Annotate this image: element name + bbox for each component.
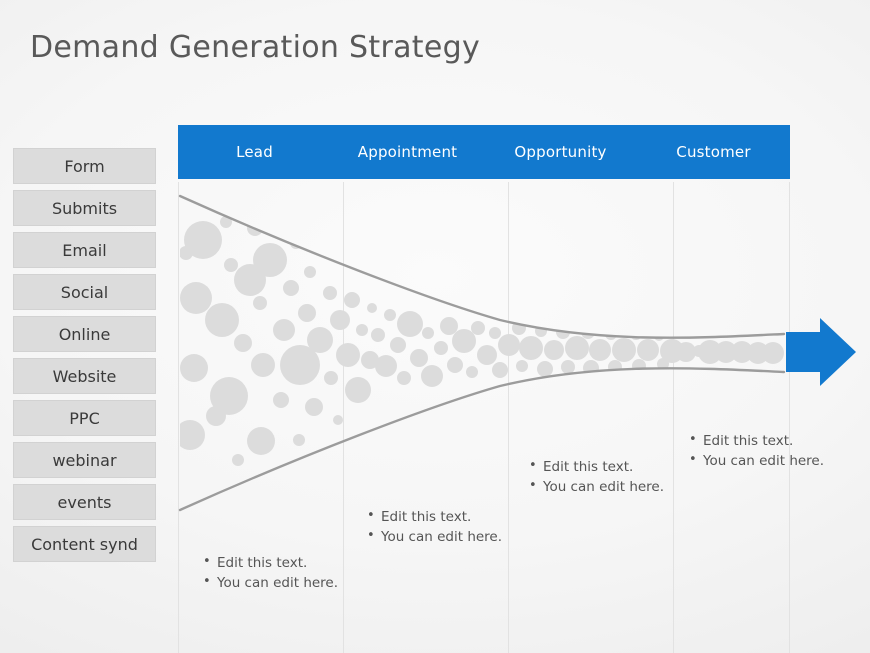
column-divider bbox=[178, 182, 179, 653]
list-item: Edit this text. bbox=[688, 431, 838, 451]
stage-text-appointment[interactable]: Edit this text. You can edit here. bbox=[366, 507, 516, 548]
sidebar-item-email[interactable]: Email bbox=[13, 232, 156, 268]
funnel-top-curve bbox=[178, 194, 786, 339]
stage-header-customer[interactable]: Customer bbox=[637, 125, 790, 179]
list-item: You can edit here. bbox=[366, 527, 516, 547]
stage-header-lead[interactable]: Lead bbox=[178, 125, 331, 179]
channel-sidebar: Form Submits Email Social Online Website… bbox=[13, 148, 156, 568]
slide-canvas: Demand Generation Strategy Lead Appointm… bbox=[0, 0, 870, 653]
funnel-bubbles bbox=[180, 216, 784, 466]
sidebar-item-webinar[interactable]: webinar bbox=[13, 442, 156, 478]
list-item: Edit this text. bbox=[366, 507, 516, 527]
stage-header-appointment[interactable]: Appointment bbox=[331, 125, 484, 179]
column-divider bbox=[673, 182, 674, 653]
sidebar-item-events[interactable]: events bbox=[13, 484, 156, 520]
stage-text-customer[interactable]: Edit this text. You can edit here. bbox=[688, 431, 838, 472]
column-divider bbox=[789, 182, 790, 653]
sidebar-item-social[interactable]: Social bbox=[13, 274, 156, 310]
sidebar-item-form[interactable]: Form bbox=[13, 148, 156, 184]
column-divider bbox=[508, 182, 509, 653]
sidebar-item-online[interactable]: Online bbox=[13, 316, 156, 352]
stage-text-opportunity[interactable]: Edit this text. You can edit here. bbox=[528, 457, 678, 498]
sidebar-item-content-synd[interactable]: Content synd bbox=[13, 526, 156, 562]
stage-header-opportunity[interactable]: Opportunity bbox=[484, 125, 637, 179]
stage-header-bar: Lead Appointment Opportunity Customer bbox=[178, 125, 790, 179]
page-title: Demand Generation Strategy bbox=[30, 30, 480, 65]
list-item: Edit this text. bbox=[528, 457, 678, 477]
arrow-right-icon bbox=[786, 318, 856, 386]
sidebar-item-website[interactable]: Website bbox=[13, 358, 156, 394]
list-item: You can edit here. bbox=[202, 573, 352, 593]
sidebar-item-ppc[interactable]: PPC bbox=[13, 400, 156, 436]
list-item: You can edit here. bbox=[528, 477, 678, 497]
sidebar-item-submits[interactable]: Submits bbox=[13, 190, 156, 226]
list-item: You can edit here. bbox=[688, 451, 838, 471]
list-item: Edit this text. bbox=[202, 553, 352, 573]
stage-text-lead[interactable]: Edit this text. You can edit here. bbox=[202, 553, 352, 594]
